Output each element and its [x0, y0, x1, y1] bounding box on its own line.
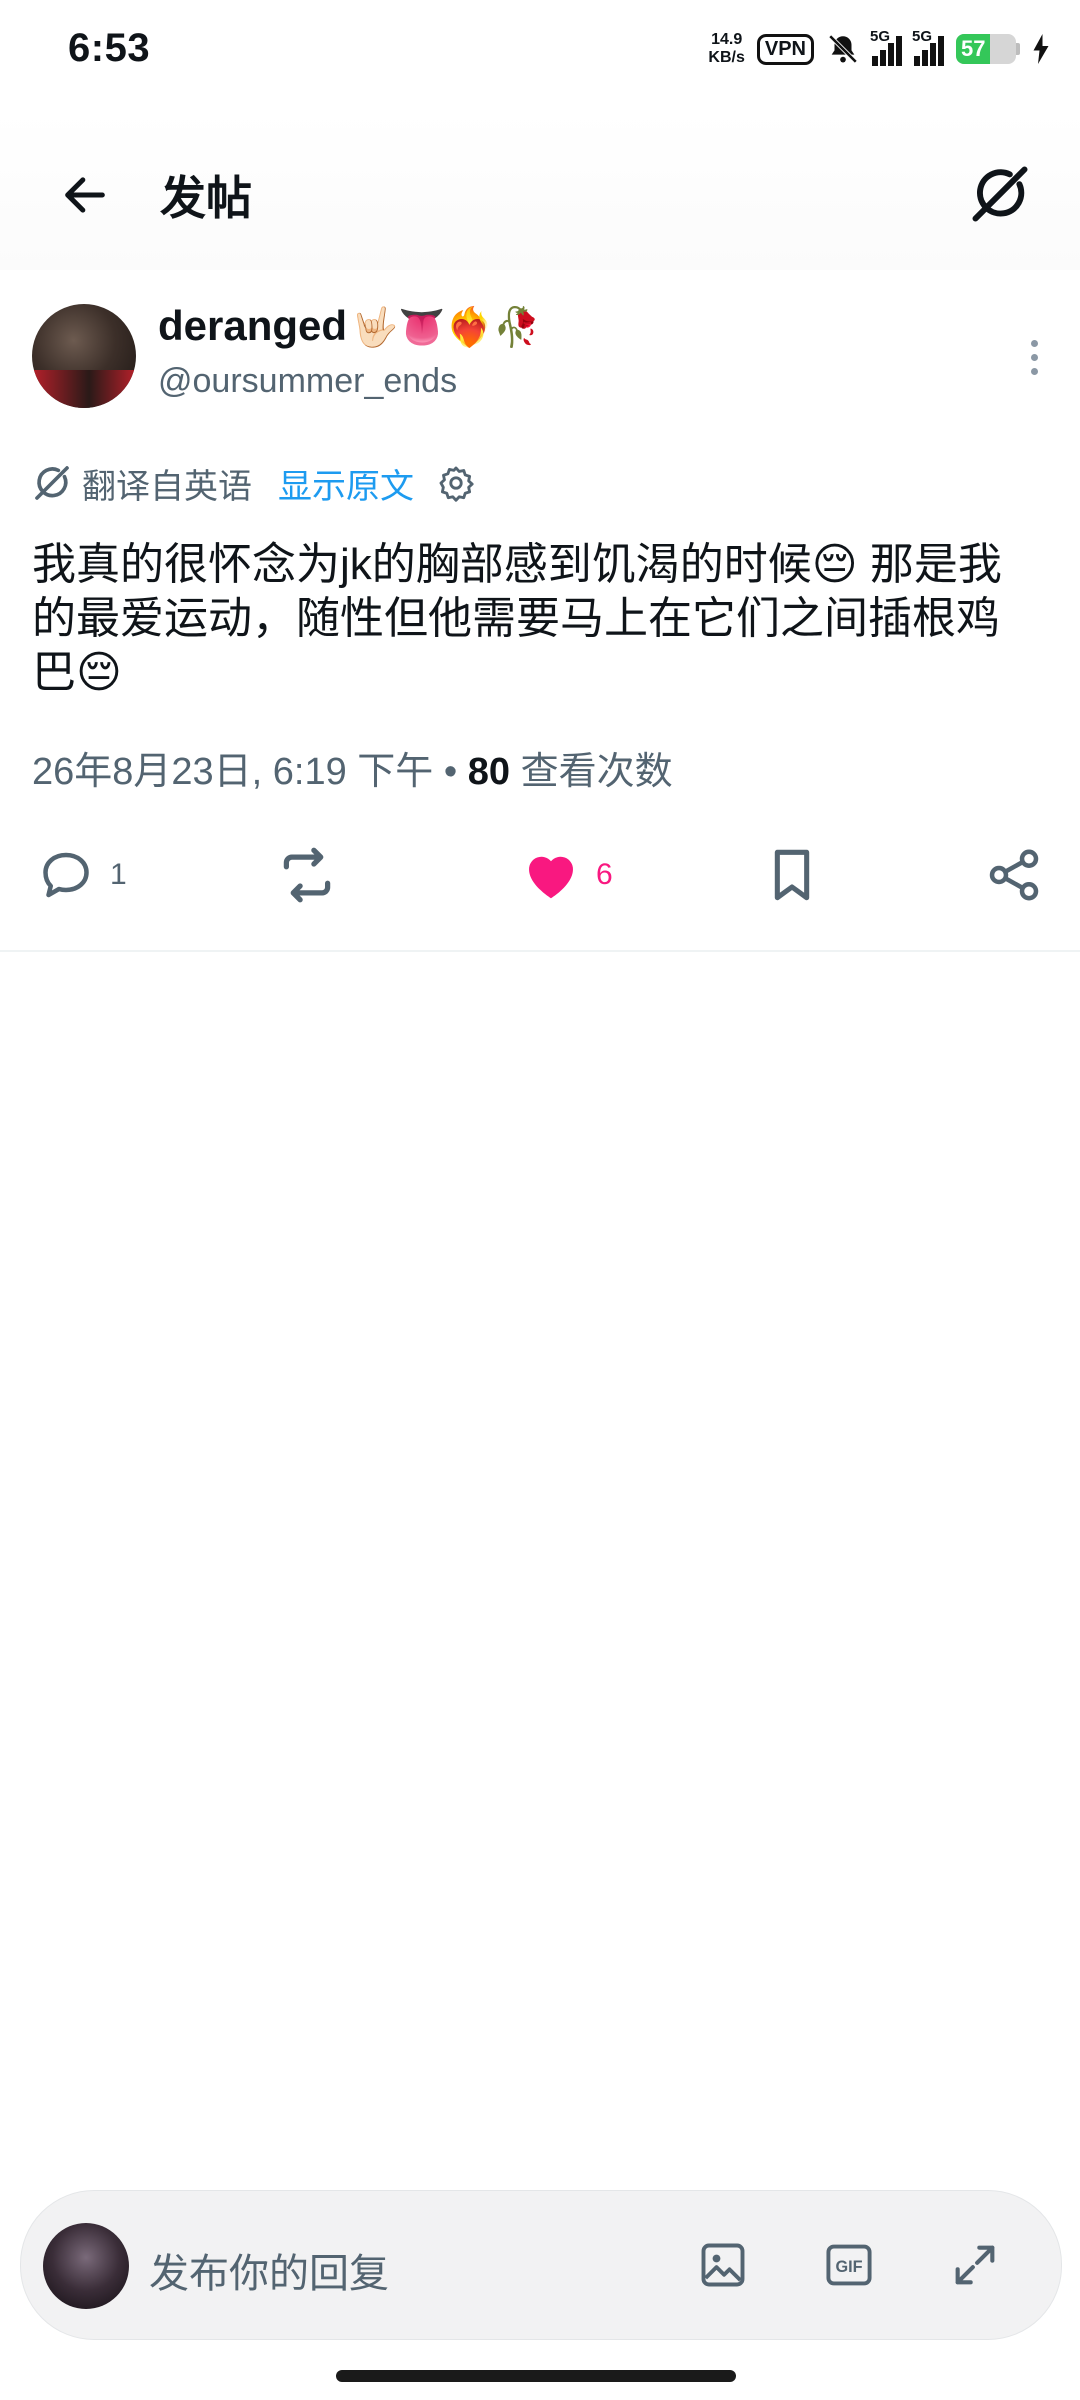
gear-icon — [439, 466, 474, 502]
battery-level: 57 — [961, 36, 986, 61]
post-timestamp[interactable]: 26年8月23日, 6:19 下午 — [32, 751, 433, 793]
views-label: 查看次数 — [520, 751, 673, 793]
svg-text:GIF: GIF — [835, 2258, 862, 2276]
reply-button[interactable]: 1 — [36, 840, 127, 910]
bookmark-icon — [774, 849, 810, 901]
post-text: 我真的很怀念为jk的胸部感到饥渴的时候😔 那是我的最爱运动，随性但他需要马上在它… — [32, 540, 1002, 697]
author-name-text: deranged — [158, 302, 348, 349]
signal-type-label: 5G — [912, 28, 933, 45]
image-icon — [701, 2243, 745, 2287]
divider — [0, 950, 1080, 952]
grok-icon — [972, 166, 1028, 222]
expand-composer-button[interactable] — [945, 2235, 1005, 2295]
author-handle[interactable]: @oursummer_ends — [158, 362, 457, 401]
post-detail-screen: 6:53 14.9 KB/s VPN 5G 5G 57 发帖 deranged … — [0, 0, 1080, 2400]
reply-count: 1 — [110, 858, 127, 891]
like-count: 6 — [596, 858, 613, 891]
signal-type-label: 5G — [870, 28, 891, 45]
bell-muted-icon — [828, 34, 858, 64]
grok-button[interactable] — [960, 154, 1040, 234]
repost-icon — [283, 847, 331, 903]
views-count: 80 — [467, 751, 511, 793]
more-vertical-icon — [1030, 339, 1038, 347]
current-user-avatar — [43, 2223, 129, 2309]
translated-from-label: 翻译自英语 — [82, 467, 252, 506]
signal-icon: 5G — [912, 28, 944, 66]
vpn-icon: VPN — [756, 33, 814, 65]
charging-bolt-icon — [1033, 34, 1049, 64]
reply-composer-bar[interactable]: 发布你的回复 GIF — [20, 2190, 1062, 2340]
home-indicator[interactable] — [336, 2370, 736, 2382]
page-title: 发帖 — [160, 172, 252, 224]
network-speed-unit: KB/s — [708, 49, 745, 66]
bookmark-button[interactable] — [760, 840, 824, 910]
comment-icon — [43, 852, 89, 898]
translation-row: 翻译自英语 显示原文 — [32, 458, 476, 508]
show-original-link[interactable]: 显示原文 — [278, 459, 414, 508]
arrow-left-icon — [65, 177, 105, 213]
post-meta: 26年8月23日, 6:19 下午 • 80 查看次数 — [32, 740, 673, 795]
share-button[interactable] — [984, 840, 1044, 910]
status-icons: 14.9 KB/s VPN 5G 5G 57 — [708, 24, 1050, 74]
signal-icon: 5G — [870, 28, 902, 66]
meta-separator: • — [443, 751, 458, 793]
status-bar: 6:53 14.9 KB/s VPN 5G 5G 57 — [0, 0, 1080, 100]
network-speed-value: 14.9 — [711, 31, 743, 48]
add-image-button[interactable] — [693, 2235, 753, 2295]
expand-icon — [955, 2245, 995, 2285]
status-time: 6:53 — [68, 26, 151, 70]
share-icon — [989, 849, 1039, 901]
author-display-name[interactable]: deranged 🤟🏻👅❤️‍🔥🥀 — [158, 302, 540, 350]
translation-settings-button[interactable] — [436, 463, 476, 503]
repost-button[interactable] — [274, 840, 340, 910]
more-options-button[interactable] — [1014, 330, 1054, 384]
top-app-bar: 发帖 — [0, 110, 1080, 270]
heart-filled-icon — [529, 856, 573, 899]
author-avatar[interactable] — [32, 304, 136, 408]
back-button[interactable] — [50, 160, 120, 230]
reply-input[interactable]: 发布你的回复 — [149, 2241, 389, 2299]
author-name-emojis: 🤟🏻👅❤️‍🔥🥀 — [351, 307, 541, 349]
like-button[interactable]: 6 — [520, 840, 613, 910]
post-action-bar: 1 6 — [0, 840, 1080, 910]
battery-icon: 57 — [956, 34, 1020, 64]
add-gif-button[interactable]: GIF — [819, 2235, 879, 2295]
gif-icon: GIF — [826, 2244, 872, 2286]
translate-grok-icon — [35, 466, 69, 500]
network-speed: 14.9 KB/s — [708, 31, 744, 67]
